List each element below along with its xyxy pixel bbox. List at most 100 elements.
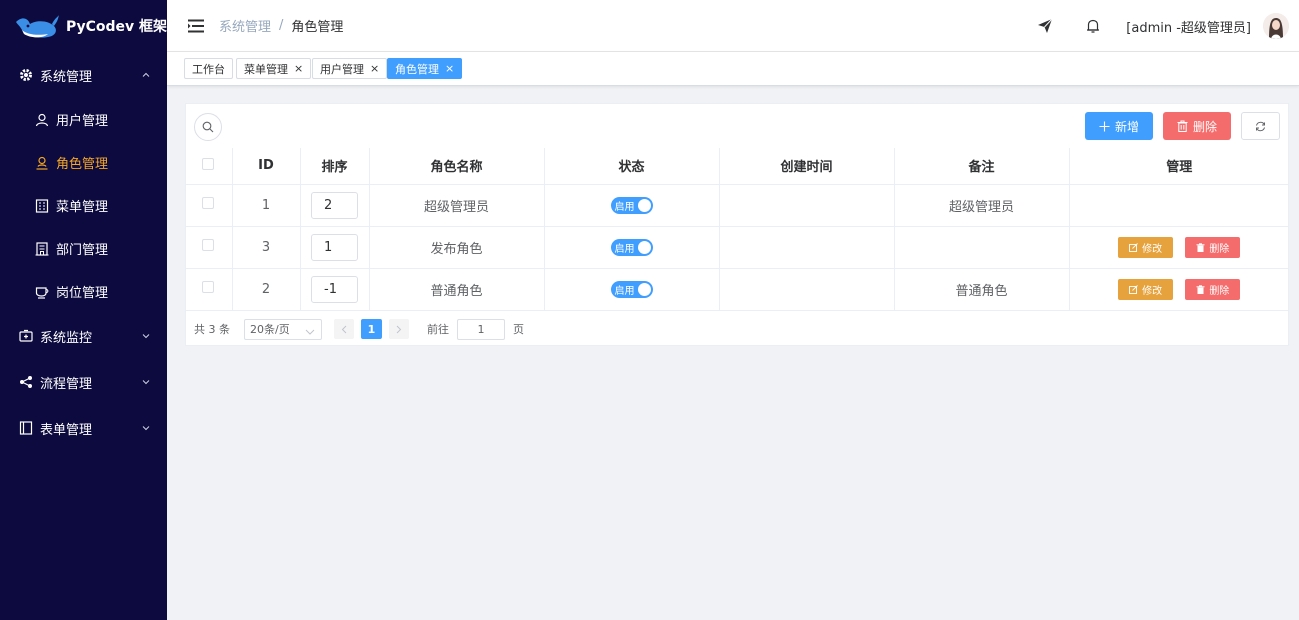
chevron-left-icon: [341, 325, 347, 333]
send-icon[interactable]: [1036, 17, 1054, 35]
sidebar-item-roles[interactable]: 角色管理: [0, 141, 167, 184]
role-id: 2: [232, 268, 301, 311]
role-table-card: 新增 删除 ID 排序 角色名称 状态 创建时间 备注 管理 1 2 超级管理员…: [185, 103, 1289, 346]
close-icon[interactable]: ×: [445, 62, 454, 75]
prev-page-button[interactable]: [334, 319, 354, 339]
tag-users[interactable]: 用户管理 ×: [312, 58, 388, 79]
tag-menus[interactable]: 菜单管理 ×: [236, 58, 312, 79]
sidebar-group-workflow[interactable]: 流程管理: [0, 359, 167, 405]
column-header[interactable]: 状态: [544, 148, 720, 185]
edit-button[interactable]: 修改: [1118, 278, 1174, 300]
column-header[interactable]: 管理: [1069, 148, 1289, 185]
status-switch[interactable]: 启用: [610, 238, 653, 256]
edit-icon: [1129, 284, 1138, 294]
remove-button[interactable]: 删除: [1185, 236, 1241, 258]
sidebar-item-posts[interactable]: 岗位管理: [0, 270, 167, 313]
delete-button[interactable]: 删除: [1163, 112, 1231, 140]
tag-label: 角色管理: [395, 62, 439, 76]
search-icon: [202, 121, 214, 133]
close-icon[interactable]: ×: [294, 62, 303, 75]
tag-roles[interactable]: 角色管理 ×: [387, 58, 463, 79]
actions-cell: [1069, 184, 1289, 227]
sidebar-item-users[interactable]: 用户管理: [0, 98, 167, 141]
column-header[interactable]: 备注: [894, 148, 1070, 185]
breadcrumb-item-system[interactable]: 系统管理: [219, 16, 271, 35]
status-switch-label: 启用: [614, 285, 635, 297]
logo[interactable]: PyCodev 框架: [0, 0, 167, 52]
goto-label: 前往: [427, 323, 449, 336]
created-time: [719, 226, 895, 269]
menu-icon: [34, 198, 49, 213]
table-row: 2 普通角色 启用 普通角色 修改 删除: [185, 268, 1289, 311]
chevron-down-icon: [141, 331, 151, 341]
table-row: 3 发布角色 启用 修改 删除: [185, 226, 1289, 269]
sort-input[interactable]: [311, 191, 358, 219]
sidebar-group-system[interactable]: 系统管理: [0, 52, 167, 98]
close-icon[interactable]: ×: [370, 62, 379, 75]
page-size-select[interactable]: 20条/页: [244, 318, 322, 340]
column-header[interactable]: 排序: [300, 148, 370, 185]
edit-button-label: 修改: [1142, 285, 1163, 297]
sidebar-group-forms[interactable]: 表单管理: [0, 405, 167, 451]
hamburger-icon[interactable]: [187, 18, 205, 34]
sidebar-item-label: 角色管理: [56, 157, 109, 172]
add-button[interactable]: 新增: [1085, 112, 1153, 140]
role-remark: 普通角色: [894, 268, 1070, 311]
cup-icon: [34, 284, 49, 299]
goto-page-input[interactable]: [457, 318, 505, 340]
role-name: 普通角色: [369, 268, 545, 311]
delete-button-label: 删除: [1192, 119, 1217, 134]
remove-button[interactable]: 删除: [1185, 278, 1241, 300]
switch-knob: [637, 198, 651, 212]
page-number-current[interactable]: 1: [361, 319, 382, 339]
bell-icon[interactable]: [1084, 17, 1102, 35]
search-button[interactable]: [194, 113, 222, 141]
tags-bar: 工作台 菜单管理 × 用户管理 × 角色管理 ×: [167, 52, 1299, 86]
refresh-button[interactable]: [1241, 112, 1280, 140]
select-all-checkbox[interactable]: [202, 157, 215, 170]
row-checkbox[interactable]: [202, 197, 215, 209]
add-button-label: 新增: [1114, 119, 1139, 134]
sidebar-item-menus[interactable]: 菜单管理: [0, 184, 167, 227]
chevron-up-icon: [141, 70, 151, 80]
sidebar-item-label: 部门管理: [56, 243, 109, 258]
row-checkbox[interactable]: [202, 239, 215, 251]
trash-icon: [1196, 242, 1205, 252]
column-header[interactable]: ID: [232, 148, 301, 185]
role-name: 发布角色: [369, 226, 545, 269]
table-toolbar: 新增 删除: [186, 104, 1288, 148]
chevron-down-icon: [141, 423, 151, 433]
sidebar-group-monitor[interactable]: 系统监控: [0, 313, 167, 359]
column-header[interactable]: 角色名称: [369, 148, 545, 185]
remove-button-label: 删除: [1209, 243, 1230, 255]
edit-button[interactable]: 修改: [1118, 236, 1174, 258]
role-remark: [894, 226, 1070, 269]
created-time: [719, 184, 895, 227]
tag-workbench[interactable]: 工作台: [184, 58, 233, 79]
next-page-button[interactable]: [389, 319, 409, 339]
sidebar-item-departments[interactable]: 部门管理: [0, 227, 167, 270]
status-switch[interactable]: 启用: [610, 280, 653, 298]
breadcrumb-item-current: 角色管理: [291, 20, 344, 35]
user-dropdown[interactable]: [admin -超级管理员]: [1126, 17, 1251, 36]
column-header[interactable]: 创建时间: [719, 148, 895, 185]
row-checkbox[interactable]: [202, 281, 215, 293]
role-id: 3: [232, 226, 301, 269]
role-id: 1: [232, 184, 301, 227]
sidebar-group-label: 系统管理: [40, 69, 93, 85]
actions-cell: 修改 删除: [1069, 268, 1289, 311]
sort-input[interactable]: [311, 275, 358, 303]
status-switch-label: 启用: [614, 243, 635, 255]
avatar[interactable]: [1263, 13, 1289, 39]
monitor-icon: [18, 328, 34, 344]
whale-logo-icon: [15, 15, 59, 38]
status-switch[interactable]: 启用: [610, 196, 653, 214]
app-title: PyCodev 框架: [65, 19, 167, 35]
sidebar: PyCodev 框架 系统管理 用户管理 角色管理 菜单管理 部门管理 岗位管理…: [0, 0, 167, 620]
chevron-down-icon: [305, 326, 315, 339]
tag-label: 工作台: [192, 62, 225, 76]
switch-knob: [637, 282, 651, 296]
sidebar-group-label: 系统监控: [40, 330, 93, 346]
sort-input[interactable]: [311, 233, 358, 261]
table-header-row: ID 排序 角色名称 状态 创建时间 备注 管理: [185, 148, 1289, 185]
